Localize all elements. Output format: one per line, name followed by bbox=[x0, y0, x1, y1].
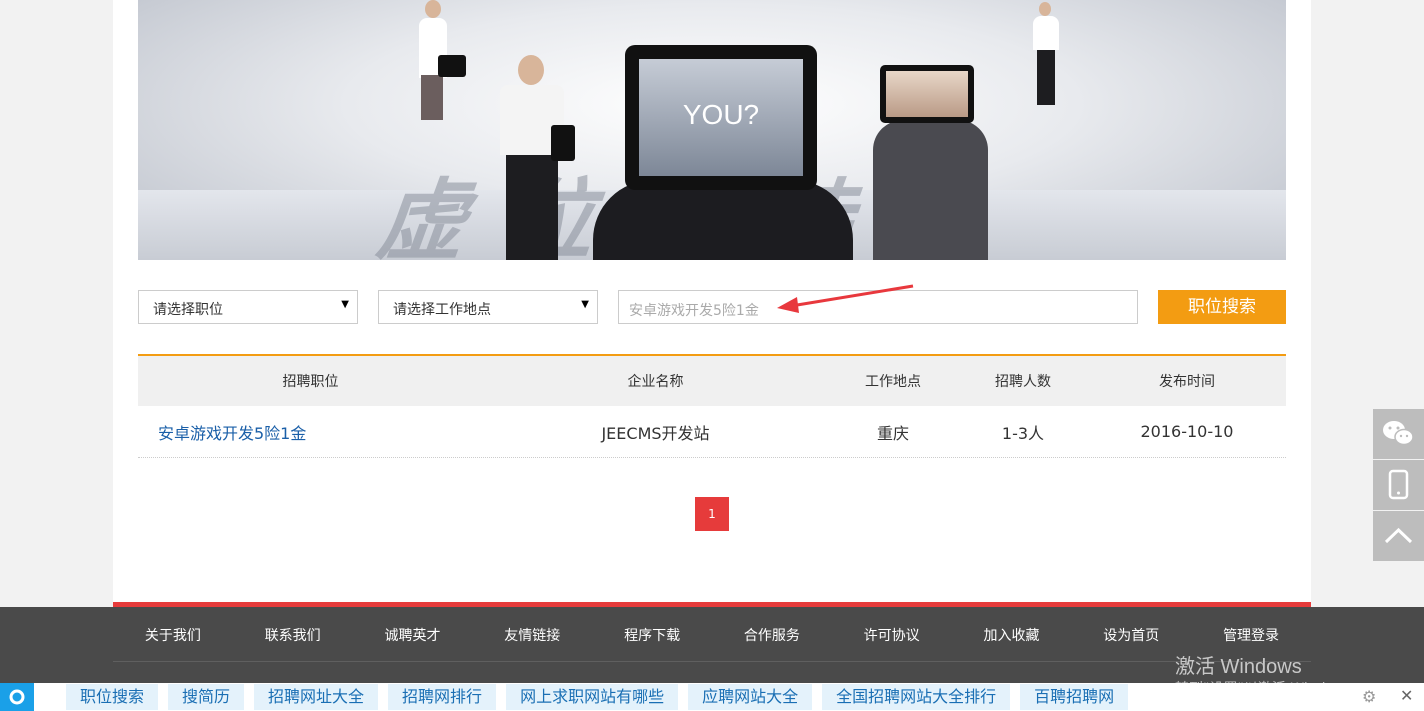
bottom-search-bar: 职位搜索 搜简历 招聘网址大全 招聘网排行 网上求职网站有哪些 应聘网站大全 全… bbox=[0, 683, 1424, 711]
search-logo-icon[interactable] bbox=[0, 683, 34, 711]
footer-link-cooperation[interactable]: 合作服务 bbox=[712, 625, 832, 645]
person-figure bbox=[413, 0, 453, 200]
job-date: 2016-10-10 bbox=[1140, 422, 1234, 441]
hot-link[interactable]: 百聘招聘网 bbox=[1020, 684, 1129, 710]
header-date: 发布时间 bbox=[1159, 374, 1215, 390]
header-company: 企业名称 bbox=[627, 374, 684, 390]
header-count: 招聘人数 bbox=[995, 374, 1051, 390]
hot-link[interactable]: 职位搜索 bbox=[66, 684, 159, 710]
footer-link-friends[interactable]: 友情链接 bbox=[472, 625, 592, 645]
job-table: 招聘职位 企业名称 工作地点 招聘人数 发布时间 安卓游戏开发5险1金 JEEC… bbox=[138, 354, 1286, 458]
close-icon[interactable]: ✕ bbox=[1400, 686, 1413, 705]
footer-link-about[interactable]: 关于我们 bbox=[113, 625, 233, 645]
job-count: 1-3人 bbox=[1001, 423, 1045, 443]
back-to-top-icon bbox=[1384, 527, 1413, 544]
annotation-arrow-icon bbox=[777, 284, 914, 313]
table-header: 招聘职位 企业名称 工作地点 招聘人数 发布时间 bbox=[138, 356, 1286, 406]
footer-link-license[interactable]: 许可协议 bbox=[832, 625, 952, 645]
footer-link-favorite[interactable]: 加入收藏 bbox=[952, 625, 1072, 645]
windows-watermark-title: 激活 Windows bbox=[1175, 656, 1302, 678]
footer-divider bbox=[113, 661, 1311, 662]
search-button[interactable]: 职位搜索 bbox=[1158, 290, 1286, 324]
person-figure bbox=[1031, 2, 1061, 182]
position-select-value: 请选择职位 bbox=[153, 302, 223, 318]
location-select[interactable]: 请选择工作地点 ▼ bbox=[378, 290, 598, 324]
keyword-placeholder: 安卓游戏开发5险1金 bbox=[629, 303, 759, 319]
banner-image: 虚位以待 YOU? bbox=[138, 0, 1286, 260]
footer-links: 关于我们 联系我们 诚聘英才 友情链接 程序下载 合作服务 许可协议 加入收藏 … bbox=[113, 607, 1311, 662]
footer-link-homepage[interactable]: 设为首页 bbox=[1071, 625, 1191, 645]
right-tablet bbox=[880, 65, 974, 123]
position-select[interactable]: 请选择职位 ▼ bbox=[138, 290, 358, 324]
hot-link[interactable]: 搜简历 bbox=[168, 684, 245, 710]
hot-link[interactable]: 全国招聘网站大全排行 bbox=[822, 684, 1011, 710]
wechat-button[interactable] bbox=[1373, 409, 1424, 459]
page: 虚位以待 YOU? bbox=[0, 0, 1424, 711]
back-to-top-button[interactable] bbox=[1373, 511, 1424, 561]
person-figure bbox=[593, 180, 853, 260]
pagination-page-1[interactable]: 1 bbox=[695, 497, 729, 531]
mobile-button[interactable] bbox=[1373, 460, 1424, 510]
company-name: JEECMS开发站 bbox=[601, 423, 710, 443]
dropdown-arrow-icon: ▼ bbox=[341, 299, 349, 310]
job-location: 重庆 bbox=[876, 423, 909, 443]
header-location: 工作地点 bbox=[865, 374, 921, 390]
hot-link[interactable]: 网上求职网站有哪些 bbox=[506, 684, 679, 710]
settings-icon[interactable]: ⚙ bbox=[1362, 687, 1376, 706]
footer-link-download[interactable]: 程序下载 bbox=[592, 625, 712, 645]
footer-link-admin-login[interactable]: 管理登录 bbox=[1191, 625, 1311, 645]
hot-link[interactable]: 应聘网站大全 bbox=[688, 684, 813, 710]
small-tablet bbox=[438, 55, 466, 77]
small-tablet bbox=[551, 125, 575, 161]
job-title-link[interactable]: 安卓游戏开发5险1金 bbox=[138, 420, 483, 444]
wechat-icon bbox=[1383, 421, 1414, 446]
hot-link[interactable]: 招聘网址大全 bbox=[254, 684, 379, 710]
table-row: 安卓游戏开发5险1金 JEECMS开发站 重庆 1-3人 2016-10-10 bbox=[138, 406, 1286, 458]
tablet-text: YOU? bbox=[682, 99, 760, 130]
header-position: 招聘职位 bbox=[282, 374, 339, 390]
hot-link[interactable]: 招聘网排行 bbox=[388, 684, 497, 710]
dropdown-arrow-icon: ▼ bbox=[581, 299, 589, 310]
location-select-value: 请选择工作地点 bbox=[393, 302, 491, 318]
center-tablet: YOU? bbox=[625, 45, 817, 190]
footer-link-careers[interactable]: 诚聘英才 bbox=[353, 625, 473, 645]
tablet-screen: YOU? bbox=[639, 59, 803, 176]
mobile-icon bbox=[1388, 469, 1409, 500]
footer-link-contact[interactable]: 联系我们 bbox=[233, 625, 353, 645]
person-figure bbox=[873, 120, 988, 260]
